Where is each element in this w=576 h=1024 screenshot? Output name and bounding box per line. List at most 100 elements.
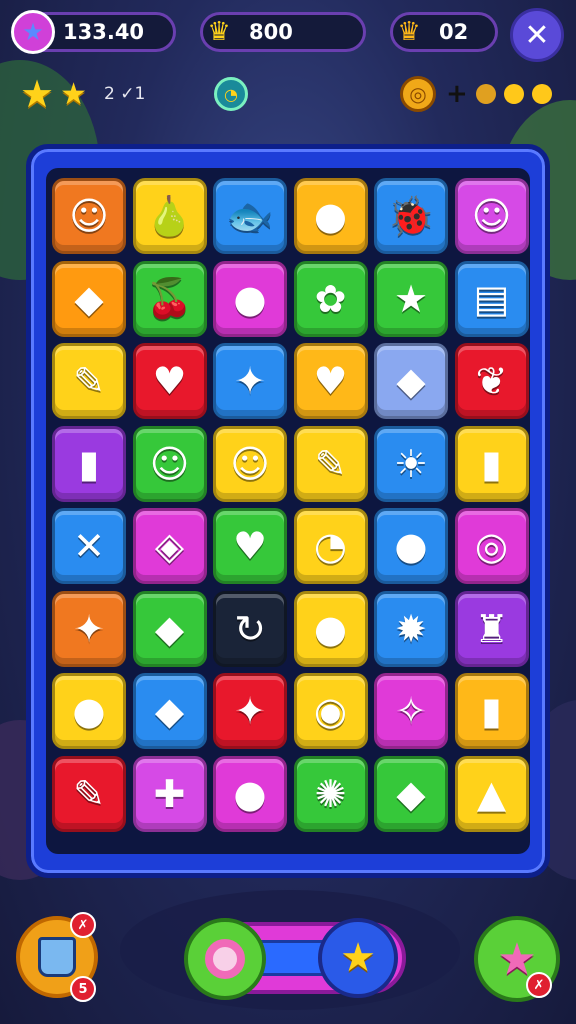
board-tile[interactable]: ♥ bbox=[213, 508, 287, 584]
board-tile[interactable]: ☺ bbox=[454, 178, 529, 254]
star-icon: ♛ bbox=[207, 17, 231, 47]
coins-value: 133.40 bbox=[63, 20, 145, 44]
gem-icon: ★ bbox=[11, 10, 55, 54]
tile-item-icon: ✎ bbox=[314, 441, 347, 486]
board-tile[interactable]: ● bbox=[213, 260, 287, 337]
progress-dot bbox=[531, 84, 552, 104]
board-tile[interactable]: ● bbox=[213, 755, 287, 832]
tile-item-icon: ♥ bbox=[232, 524, 268, 568]
board-tile[interactable]: ◎ bbox=[454, 508, 529, 584]
booster-badge-top: ✗ bbox=[70, 912, 96, 938]
board-tile[interactable]: 🍒 bbox=[132, 260, 207, 337]
tile-item-icon: ● bbox=[233, 276, 267, 321]
tile-item-icon: ◉ bbox=[313, 689, 348, 733]
tile-item-icon: ● bbox=[72, 689, 106, 733]
tile-item-icon: ✺ bbox=[314, 771, 347, 816]
board-tile[interactable]: ▮ bbox=[52, 425, 126, 502]
tile-item-icon: ◔ bbox=[313, 524, 348, 568]
board-tile[interactable]: ✦ bbox=[213, 673, 287, 749]
stars-counter[interactable]: ♛ 800 bbox=[200, 12, 366, 52]
star-power-button[interactable]: ★ ✗ bbox=[474, 916, 560, 1002]
board-tile[interactable]: ★ bbox=[374, 260, 448, 337]
board-tile[interactable]: ◆ bbox=[132, 673, 207, 749]
star-icon: ★ bbox=[20, 72, 55, 116]
board-tile[interactable]: ● bbox=[293, 178, 368, 254]
tile-item-icon: ✦ bbox=[234, 689, 266, 733]
tile-item-icon: ✚ bbox=[153, 771, 186, 816]
board-tile[interactable]: ☺ bbox=[52, 178, 126, 254]
board-tile[interactable]: ✚ bbox=[132, 755, 207, 832]
tile-item-icon: ◆ bbox=[154, 606, 185, 651]
board-tile[interactable]: ◉ bbox=[293, 673, 368, 749]
board-tile[interactable]: ↻ bbox=[213, 590, 287, 667]
candy-booster-button[interactable] bbox=[184, 918, 266, 1000]
tile-item-icon: 🐞 bbox=[387, 193, 435, 238]
board-tile[interactable]: ◆ bbox=[52, 260, 126, 337]
board-tile[interactable]: 🐟 bbox=[213, 178, 287, 254]
booster-badge-count: 5 bbox=[70, 976, 96, 1002]
star-booster-button[interactable]: ★ bbox=[318, 918, 398, 998]
board-tile[interactable]: ♥ bbox=[132, 343, 207, 419]
timer-button[interactable]: ◔ bbox=[214, 72, 248, 116]
tile-item-icon: ● bbox=[313, 606, 348, 651]
plus-symbol: + bbox=[446, 79, 468, 109]
tile-item-icon: ◎ bbox=[474, 524, 509, 568]
board-tile[interactable]: ♜ bbox=[454, 590, 529, 667]
board-tile[interactable]: ● bbox=[374, 508, 448, 584]
board-tile[interactable]: ◈ bbox=[132, 508, 207, 584]
board-tile[interactable]: ▤ bbox=[454, 260, 529, 337]
board-tile[interactable]: ● bbox=[293, 590, 368, 667]
board-tile[interactable]: ✎ bbox=[293, 425, 368, 502]
tile-item-icon: ☺ bbox=[149, 441, 190, 486]
tile-item-icon: ✦ bbox=[73, 606, 105, 651]
swirl-candy-icon: ◎ bbox=[400, 76, 436, 112]
board-tile[interactable]: 🍐 bbox=[132, 178, 207, 254]
progress-indicator: ◎ + bbox=[400, 72, 552, 116]
tile-item-icon: ♜ bbox=[474, 606, 509, 651]
board-tile[interactable]: ▮ bbox=[454, 673, 529, 749]
board-tile[interactable]: ◔ bbox=[293, 508, 368, 584]
board-tile[interactable]: ✺ bbox=[293, 755, 368, 832]
tile-item-icon: ❦ bbox=[475, 359, 508, 403]
board-tile[interactable]: ☀ bbox=[374, 425, 448, 502]
board-tile[interactable]: ♥ bbox=[293, 343, 368, 419]
close-button[interactable]: ✕ bbox=[510, 8, 564, 62]
board-tile[interactable]: ✎ bbox=[52, 755, 126, 832]
tile-item-icon: ▮ bbox=[481, 441, 502, 486]
tile-item-icon: ◆ bbox=[154, 689, 185, 733]
candy-icon bbox=[205, 939, 245, 979]
power-badge: ✗ bbox=[526, 972, 552, 998]
board-tile[interactable]: 🐞 bbox=[374, 178, 448, 254]
board-tile[interactable]: ✦ bbox=[52, 590, 126, 667]
board-tile[interactable]: ▲ bbox=[454, 755, 529, 832]
board-tile[interactable]: ◆ bbox=[374, 343, 448, 419]
tile-item-icon: ☺ bbox=[69, 194, 109, 238]
crowns-counter[interactable]: ♛ 02 bbox=[390, 12, 498, 52]
board-tile[interactable]: ◆ bbox=[132, 590, 207, 667]
board-tile[interactable]: ✕ bbox=[52, 508, 126, 584]
tile-item-icon: ✎ bbox=[73, 359, 105, 403]
board-tile[interactable]: ✎ bbox=[52, 343, 126, 419]
coins-counter[interactable]: ★ 133.40 bbox=[11, 10, 176, 54]
level-stars: ★ ★ bbox=[20, 72, 87, 116]
board-tile[interactable]: ✦ bbox=[213, 343, 287, 419]
tile-item-icon: ✦ bbox=[234, 359, 266, 403]
board-tile[interactable]: ☺ bbox=[132, 425, 207, 502]
board-tile[interactable]: ✿ bbox=[293, 260, 368, 337]
board-tile[interactable]: ✧ bbox=[374, 673, 448, 749]
tile-item-icon: ◆ bbox=[396, 359, 426, 403]
tile-item-icon: ◈ bbox=[154, 524, 185, 568]
tile-item-icon: ● bbox=[394, 524, 428, 568]
tile-item-icon: ↻ bbox=[234, 606, 266, 651]
tile-item-icon: ✿ bbox=[314, 276, 347, 321]
board-tile[interactable]: ▮ bbox=[454, 425, 529, 502]
board-tile[interactable]: ❦ bbox=[454, 343, 529, 419]
board-tile[interactable]: ◆ bbox=[374, 755, 448, 832]
board-tile[interactable]: ● bbox=[52, 673, 126, 749]
bucket-booster-button[interactable]: ✗ 5 bbox=[16, 912, 98, 1002]
board-tile[interactable]: ☺ bbox=[213, 425, 287, 502]
tile-item-icon: 🍐 bbox=[145, 193, 194, 238]
tile-item-icon: ✹ bbox=[395, 606, 427, 651]
board-tile[interactable]: ✹ bbox=[374, 590, 448, 667]
tile-item-icon: ● bbox=[313, 194, 348, 238]
